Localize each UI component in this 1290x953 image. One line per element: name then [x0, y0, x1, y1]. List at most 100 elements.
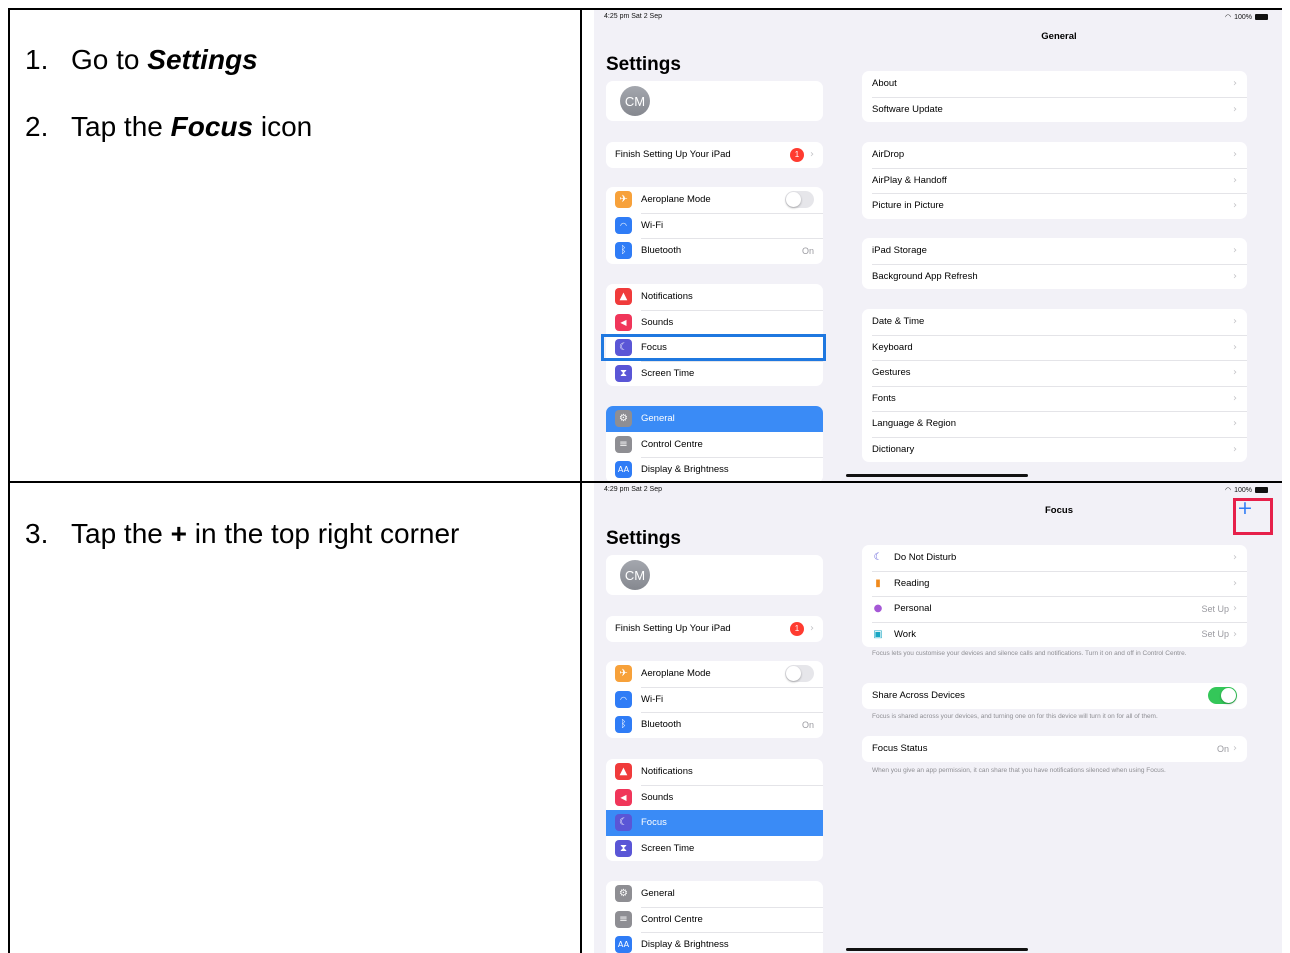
focus-mode-reading[interactable]: ▮ Reading ›: [862, 570, 1247, 597]
table-border-left: [8, 8, 10, 953]
sidebar-item-wifi[interactable]: ◠ Wi-Fi: [606, 212, 823, 239]
aeroplane-toggle[interactable]: [785, 191, 814, 209]
bluetooth-icon: ᛒ: [615, 716, 632, 734]
general-item-fonts[interactable]: Fonts ›: [862, 385, 1247, 412]
focus-detail-pane: ◠ 100% Focus + ☾ Do Not Disturb › ▮ Reading ›…: [836, 483, 1282, 953]
sidebar-item-control-centre[interactable]: ≡ Control Centre: [606, 906, 823, 933]
row-label: Notifications: [641, 766, 693, 778]
chevron-right-icon: ›: [1233, 341, 1237, 353]
sidebar-item-focus[interactable]: ☾ Focus: [606, 810, 823, 836]
speaker-icon: ◀: [615, 313, 632, 331]
chevron-right-icon: ›: [1233, 200, 1237, 212]
sidebar-item-screen-time[interactable]: ⧗ Screen Time: [606, 360, 823, 387]
row-value: Set Up: [1201, 603, 1229, 614]
focus-mode-work[interactable]: ▣ Work Set Up ›: [862, 621, 1247, 648]
plus-highlight-box: [1233, 498, 1273, 535]
chevron-right-icon: ›: [810, 149, 814, 161]
row-label: About: [872, 78, 897, 90]
sidebar-item-aeroplane-mode[interactable]: ✈ Aeroplane Mode: [606, 187, 823, 213]
profile-card[interactable]: CM: [606, 81, 823, 121]
sidebar-item-sounds[interactable]: ◀ Sounds: [606, 784, 823, 811]
chevron-right-icon: ›: [1233, 245, 1237, 257]
general-item-dictionary[interactable]: Dictionary ›: [862, 436, 1247, 463]
step-text: Tap the: [71, 111, 171, 142]
status-time: 4:29 pm Sat 2 Sep: [604, 486, 662, 493]
book-icon: ▮: [875, 577, 881, 589]
focus-highlight-box: [601, 334, 826, 361]
general-item-keyboard[interactable]: Keyboard ›: [862, 334, 1247, 361]
general-item-date-time[interactable]: Date & Time ›: [862, 309, 1247, 335]
page-title: General: [1041, 31, 1077, 42]
chevron-right-icon: ›: [1233, 392, 1237, 404]
general-item-storage[interactable]: iPad Storage ›: [862, 238, 1247, 264]
row-label: Display & Brightness: [641, 939, 729, 951]
finish-setup-row[interactable]: Finish Setting Up Your iPad 1 ›: [606, 616, 823, 642]
sidebar-item-notifications[interactable]: ▲ Notifications: [606, 759, 823, 785]
row-label: Language & Region: [872, 418, 956, 430]
row-label: Work: [894, 628, 916, 640]
general-item-gestures[interactable]: Gestures ›: [862, 360, 1247, 386]
sidebar-item-wifi[interactable]: ◠ Wi-Fi: [606, 686, 823, 713]
sidebar-item-general[interactable]: ⚙ General: [606, 406, 823, 432]
focus-status-row[interactable]: Focus Status On ›: [862, 736, 1247, 762]
general-item-about[interactable]: About ›: [862, 71, 1247, 97]
notification-badge: 1: [790, 621, 804, 636]
chevron-right-icon: ›: [1233, 552, 1237, 564]
general-item-airdrop[interactable]: AirDrop ›: [862, 142, 1247, 168]
sidebar-item-bluetooth[interactable]: ᛒ Bluetooth On: [606, 238, 823, 264]
chevron-right-icon: ›: [1233, 443, 1237, 455]
general-item-background-refresh[interactable]: Background App Refresh ›: [862, 263, 1247, 290]
bluetooth-icon: ᛒ: [615, 242, 632, 260]
focus-mode-personal[interactable]: ● Personal Set Up ›: [862, 596, 1247, 622]
moon-icon: ☾: [873, 552, 883, 564]
profile-card[interactable]: CM: [606, 555, 823, 595]
aeroplane-toggle[interactable]: [785, 665, 814, 683]
general-item-airplay[interactable]: AirPlay & Handoff ›: [862, 167, 1247, 194]
wifi-icon: ◠: [615, 216, 632, 234]
sidebar-item-notifications[interactable]: ▲ Notifications: [606, 284, 823, 310]
chevron-right-icon: ›: [1233, 103, 1237, 115]
person-icon: ●: [873, 603, 883, 615]
sidebar-item-control-centre[interactable]: ≡ Control Centre: [606, 432, 823, 458]
step-text: Tap the: [71, 518, 171, 549]
battery-percent: 100%: [1234, 486, 1252, 494]
sidebar-item-sounds[interactable]: ◀ Sounds: [606, 309, 823, 336]
row-label: Focus Status: [872, 743, 928, 755]
chevron-right-icon: ›: [1233, 603, 1237, 615]
row-value: On: [801, 245, 814, 256]
share-description: Focus is shared across your devices, and…: [872, 713, 1158, 720]
status-description: When you give an app permission, it can …: [872, 767, 1166, 774]
sidebar-item-bluetooth[interactable]: ᛒ Bluetooth On: [606, 712, 823, 738]
switches-icon: ≡: [615, 435, 632, 453]
general-item-pip[interactable]: Picture in Picture ›: [862, 193, 1247, 219]
share-across-devices-toggle[interactable]: [1208, 687, 1237, 705]
page-title: Focus: [1045, 505, 1073, 516]
battery-percent: 100%: [1234, 13, 1252, 21]
focus-description: Focus lets you customise your devices an…: [872, 650, 1187, 657]
row-label: Share Across Devices: [872, 690, 965, 702]
home-indicator: [846, 474, 1028, 477]
sidebar-item-display[interactable]: AA Display & Brightness: [606, 932, 823, 953]
battery-icon: [1255, 14, 1268, 20]
chevron-right-icon: ›: [1233, 149, 1237, 161]
general-item-language[interactable]: Language & Region ›: [862, 411, 1247, 437]
sidebar-item-aeroplane-mode[interactable]: ✈ Aeroplane Mode: [606, 661, 823, 687]
sidebar-item-screen-time[interactable]: ⧗ Screen Time: [606, 836, 823, 862]
sidebar-item-display[interactable]: AA Display & Brightness: [606, 457, 823, 481]
connectivity-group: ✈ Aeroplane Mode ◠ Wi-Fi ᛒ Bluetooth On: [606, 187, 823, 264]
gear-icon: ⚙: [615, 885, 632, 903]
general-group-2: AirDrop › AirPlay & Handoff › Picture in P…: [862, 142, 1247, 219]
row-label: Aeroplane Mode: [641, 194, 711, 206]
row-value: On: [801, 719, 814, 730]
status-group: Focus Status On ›: [862, 736, 1247, 762]
row-label: Screen Time: [641, 367, 695, 379]
general-item-software-update[interactable]: Software Update ›: [862, 96, 1247, 123]
row-label: Date & Time: [872, 316, 925, 328]
row-label: AirPlay & Handoff: [872, 174, 947, 186]
table-column-divider: [580, 8, 582, 953]
sidebar-title: Settings: [606, 54, 681, 75]
share-group: Share Across Devices: [862, 683, 1247, 709]
sidebar-item-general[interactable]: ⚙ General: [606, 881, 823, 907]
focus-mode-do-not-disturb[interactable]: ☾ Do Not Disturb ›: [862, 545, 1247, 571]
finish-setup-row[interactable]: Finish Setting Up Your iPad 1 ›: [606, 142, 823, 168]
